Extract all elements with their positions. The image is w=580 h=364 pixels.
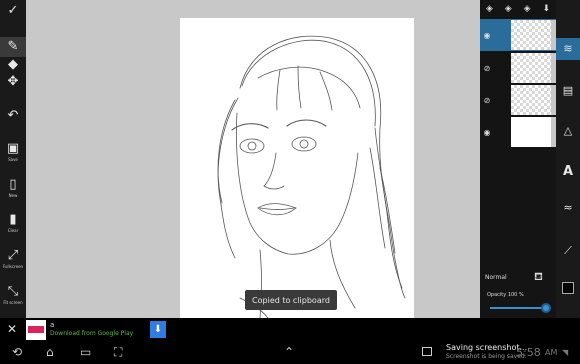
copied-toast: Copied to clipboard bbox=[245, 290, 337, 310]
save-label: Save bbox=[8, 157, 18, 162]
ad-title[interactable]: a bbox=[50, 321, 54, 329]
eye-hidden-icon[interactable]: ⊘ bbox=[480, 96, 494, 105]
right-toolbar: ≋ ▤ △ A ≈ ⟋ bbox=[556, 0, 580, 318]
eye-icon[interactable]: ◉ bbox=[480, 31, 494, 40]
am-pm-label: AM bbox=[545, 348, 558, 357]
save-button[interactable]: ▣ Save bbox=[0, 141, 26, 163]
fullscreen-label: Fullscreen bbox=[2, 264, 24, 269]
sketch-drawing bbox=[217, 35, 406, 319]
home-icon[interactable]: ⌂ bbox=[46, 345, 54, 359]
system-navigation-bar: ⟲ ⌂ ▭ ⛶ ⌃ Saving screenshot... Screensho… bbox=[0, 342, 580, 364]
layers-tool-button[interactable]: ≋ bbox=[556, 38, 580, 60]
layer-download-icon[interactable]: ⬇ bbox=[542, 4, 550, 14]
checkmark-icon: ✓ bbox=[7, 3, 19, 18]
move-icon: ✥ bbox=[7, 74, 19, 89]
clear-label: Clear bbox=[7, 228, 19, 233]
notification-title[interactable]: Saving screenshot... bbox=[446, 343, 527, 352]
screenshot-icon[interactable]: ⛶ bbox=[114, 345, 122, 360]
opacity-label: Opacity 100 % bbox=[487, 292, 524, 298]
layer-thumbnail bbox=[511, 85, 551, 115]
fit-screen-label: Fit screen bbox=[3, 300, 23, 305]
eyedropper-button[interactable]: ⟋ bbox=[556, 244, 580, 258]
eye-hidden-icon[interactable]: ⊘ bbox=[480, 64, 494, 73]
text-tool-button[interactable]: A bbox=[556, 164, 580, 179]
shapes-tool-button[interactable]: △ bbox=[556, 124, 580, 137]
import-icon: ▤ bbox=[562, 84, 574, 97]
eraser-tool-button[interactable]: ◆ bbox=[0, 58, 26, 72]
save-icon: ▣ bbox=[6, 141, 20, 156]
clock: 5:58 bbox=[516, 346, 541, 359]
close-icon[interactable]: ✕ bbox=[7, 322, 17, 336]
layer-thumbnail bbox=[511, 20, 551, 50]
wifi-icon: ◥ bbox=[562, 348, 569, 357]
undo-icon: ↶ bbox=[7, 108, 19, 123]
ad-download-button[interactable]: ⬇ bbox=[150, 321, 166, 338]
layers-icon: ≋ bbox=[563, 42, 573, 55]
image-notification-icon bbox=[422, 347, 432, 356]
opacity-slider-knob[interactable] bbox=[541, 303, 551, 313]
drawing-canvas[interactable] bbox=[180, 18, 414, 319]
ad-banner: ✕ a Download from Google Play ⬇ bbox=[0, 318, 580, 342]
opacity-slider-track[interactable] bbox=[490, 307, 548, 309]
new-file-icon: ▯ bbox=[9, 177, 17, 192]
layer-row-4[interactable]: ◉ bbox=[480, 116, 556, 148]
recent-apps-icon[interactable]: ▭ bbox=[80, 345, 91, 359]
layer-merge-icon[interactable]: ◈ bbox=[486, 4, 493, 14]
layer-row-3[interactable]: ⊘ bbox=[480, 84, 556, 116]
fit-screen-icon: ⤡ bbox=[7, 284, 19, 299]
import-tool-button[interactable]: ▤ bbox=[556, 84, 580, 97]
blend-controls: Normal ⛾ Opacity 100 % bbox=[480, 268, 556, 318]
eraser-icon: ◆ bbox=[8, 57, 18, 72]
ad-logo-mark bbox=[28, 326, 44, 333]
brush-icon: ✎ bbox=[7, 39, 19, 54]
brush-tool-button[interactable]: ✎ bbox=[0, 37, 26, 57]
app-window: ✓ ✎ ◆ ✥ ↶ ▣ Save ▯ New ▮ Clear ⤢ Fullscr… bbox=[0, 0, 580, 364]
new-button[interactable]: ▯ New bbox=[0, 177, 26, 199]
undo-button[interactable]: ↶ bbox=[0, 109, 26, 123]
brush-settings-button[interactable]: ≈ bbox=[556, 201, 580, 214]
back-icon[interactable]: ⟲ bbox=[12, 345, 22, 359]
current-color-swatch[interactable] bbox=[562, 282, 574, 294]
layer-row-2[interactable]: ⊘ bbox=[480, 52, 556, 84]
eye-icon[interactable]: ◉ bbox=[480, 128, 494, 137]
download-icon: ⬇ bbox=[153, 324, 163, 335]
shapes-icon: △ bbox=[563, 124, 573, 137]
trash-icon: ▮ bbox=[9, 212, 17, 227]
chevron-up-icon[interactable]: ⌃ bbox=[284, 345, 294, 359]
blend-mode-select[interactable]: Normal bbox=[485, 274, 507, 281]
layers-header: ◈ ◈ ◈ ⬇ bbox=[480, 0, 556, 18]
clear-button[interactable]: ▮ Clear bbox=[0, 212, 26, 234]
text-icon: A bbox=[562, 164, 574, 179]
new-label: New bbox=[8, 193, 18, 198]
move-tool-button[interactable]: ✥ bbox=[0, 75, 26, 89]
fullscreen-icon: ⤢ bbox=[7, 248, 19, 263]
layer-thumbnail bbox=[511, 117, 551, 147]
left-toolbar: ✓ ✎ ◆ ✥ ↶ ▣ Save ▯ New ▮ Clear ⤢ Fullscr… bbox=[0, 0, 26, 318]
ad-subtitle[interactable]: Download from Google Play bbox=[50, 330, 133, 337]
eyedropper-icon: ⟋ bbox=[564, 244, 572, 257]
layer-row-1[interactable]: ◉ bbox=[480, 19, 556, 51]
brush-settings-icon: ≈ bbox=[563, 201, 573, 214]
fit-screen-button[interactable]: ⤡ Fit screen bbox=[0, 284, 26, 306]
layer-thumbnail bbox=[511, 53, 551, 83]
notification-subtitle[interactable]: Screenshot is being saved. bbox=[446, 353, 527, 360]
layer-add-icon[interactable]: ◈ bbox=[505, 4, 512, 14]
paint-bucket-icon[interactable]: ⛾ bbox=[534, 270, 543, 285]
ad-logo[interactable] bbox=[26, 320, 46, 340]
layer-copy-icon[interactable]: ◈ bbox=[524, 4, 531, 14]
fullscreen-button[interactable]: ⤢ Fullscreen bbox=[0, 248, 26, 270]
done-button[interactable]: ✓ bbox=[0, 4, 26, 18]
